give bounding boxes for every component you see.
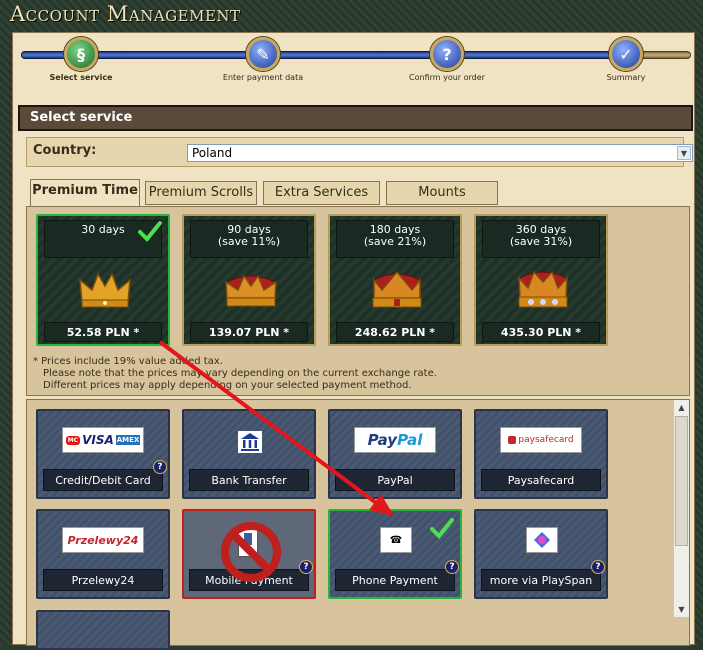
paysafecard-logo: paysafecard xyxy=(500,427,582,453)
offer-duration: 180 days (save 21%) xyxy=(336,220,454,258)
crown-icon xyxy=(518,270,568,308)
payment-przelewy24[interactable]: Przelewy24 Przelewy24 xyxy=(36,509,170,599)
question-icon: ? xyxy=(430,37,464,71)
payment-label: PayPal xyxy=(335,469,455,491)
window-frame: Account Management § Select service ✎ En… xyxy=(0,0,703,650)
offer-360-days[interactable]: 360 days (save 31%) 435.30 PLN * xyxy=(474,214,608,346)
checkmark-icon: ✓ xyxy=(609,37,643,71)
payment-label: Przelewy24 xyxy=(43,569,163,591)
card-logos: MC VISA AMEX xyxy=(62,427,144,453)
payment-label: Bank Transfer xyxy=(189,469,309,491)
payment-label: more via PlaySpan xyxy=(481,569,601,591)
crown-icon xyxy=(372,270,422,308)
payment-mobile[interactable]: Mobile Payment ? xyxy=(182,509,316,599)
checkmark-icon xyxy=(138,221,162,242)
payment-label: Credit/Debit Card xyxy=(43,469,163,491)
playspan-icon xyxy=(526,527,558,553)
offer-price: 435.30 PLN * xyxy=(482,322,600,342)
step-enter-payment: ✎ Enter payment data xyxy=(208,37,318,82)
payment-paysafecard[interactable]: paysafecard Paysafecard xyxy=(474,409,608,499)
step-confirm-order: ? Confirm your order xyxy=(392,37,502,82)
step-select-service: § Select service xyxy=(26,37,136,82)
window-title: Account Management xyxy=(10,2,241,26)
country-label: Country: xyxy=(33,143,97,158)
content-panel: § Select service ✎ Enter payment data ? … xyxy=(12,32,696,650)
note-line: * Prices include 19% value added tax. xyxy=(33,356,223,367)
mastercard-logo: MC xyxy=(65,435,81,445)
offer-30-days[interactable]: 30 days 52.58 PLN * xyxy=(36,214,170,346)
tab-premium-scrolls[interactable]: Premium Scrolls xyxy=(145,181,257,205)
service-tabs: Premium Time Premium Scrolls Extra Servi… xyxy=(26,173,690,397)
visa-logo: VISA xyxy=(82,433,114,447)
bank-icon xyxy=(238,431,262,453)
payment-more-row[interactable] xyxy=(36,610,170,650)
offer-savings: (save 31%) xyxy=(509,235,573,248)
scroll-up-icon[interactable]: ▲ xyxy=(674,400,689,415)
payment-bank-transfer[interactable]: Bank Transfer xyxy=(182,409,316,499)
help-icon[interactable]: ? xyxy=(299,560,313,574)
price-notes: * Prices include 19% value added tax. Pl… xyxy=(33,356,437,392)
telephone-icon: ☎ xyxy=(380,527,412,553)
payment-credit-card[interactable]: MC VISA AMEX Credit/Debit Card ? xyxy=(36,409,170,499)
payment-scrollbar[interactable]: ▲ ▼ xyxy=(673,400,689,617)
amex-logo: AMEX xyxy=(115,435,141,445)
offer-duration: 90 days (save 11%) xyxy=(190,220,308,258)
payment-playspan[interactable]: more via PlaySpan ? xyxy=(474,509,608,599)
offer-90-days[interactable]: 90 days (save 11%) 139.07 PLN * xyxy=(182,214,316,346)
offer-duration: 360 days (save 31%) xyxy=(482,220,600,258)
paypal-logo: Pay Pal xyxy=(354,427,436,453)
step-summary: ✓ Summary xyxy=(571,37,681,82)
country-value: Poland xyxy=(192,146,233,160)
offer-savings: (save 21%) xyxy=(363,235,427,248)
payment-label: Phone Payment xyxy=(335,569,455,591)
payment-phone[interactable]: ☎ Phone Payment ? xyxy=(328,509,462,599)
scroll-thumb[interactable] xyxy=(675,416,688,546)
scroll-down-icon[interactable]: ▼ xyxy=(674,602,689,617)
help-icon[interactable]: ? xyxy=(153,460,167,474)
payment-label: Paysafecard xyxy=(481,469,601,491)
help-icon[interactable]: ? xyxy=(591,560,605,574)
help-icon[interactable]: ? xyxy=(445,560,459,574)
crown-icon xyxy=(225,274,277,307)
country-select[interactable]: Poland ▼ xyxy=(187,144,693,162)
step-label: Select service xyxy=(49,73,113,82)
chevron-down-icon[interactable]: ▼ xyxy=(677,146,691,160)
payment-paypal[interactable]: Pay Pal PayPal xyxy=(328,409,462,499)
tab-extra-services[interactable]: Extra Services xyxy=(263,181,380,205)
checkmark-icon xyxy=(430,518,454,539)
crown-icon xyxy=(79,272,131,308)
premium-time-panel: 30 days 52.58 PLN * 90 days (save 11%) 1… xyxy=(26,206,690,396)
checkout-progress: § Select service ✎ Enter payment data ? … xyxy=(13,33,696,93)
note-line: Different prices may apply depending on … xyxy=(43,380,412,391)
offer-180-days[interactable]: 180 days (save 21%) 248.62 PLN * xyxy=(328,214,462,346)
section-title: Select service xyxy=(18,105,693,131)
offer-price: 52.58 PLN * xyxy=(44,322,162,342)
tab-premium-time[interactable]: Premium Time xyxy=(30,179,140,207)
scroll-check-icon: § xyxy=(64,37,98,71)
step-label: Enter payment data xyxy=(222,73,304,82)
step-label: Confirm your order xyxy=(409,73,485,82)
title-bar: Account Management xyxy=(0,0,703,30)
forbidden-icon xyxy=(221,522,281,582)
step-label: Summary xyxy=(606,73,646,82)
przelewy24-logo: Przelewy24 xyxy=(62,527,144,553)
offer-savings: (save 11%) xyxy=(217,235,281,248)
country-row: Country: Poland ▼ xyxy=(26,137,693,167)
tab-mounts[interactable]: Mounts xyxy=(386,181,498,205)
note-line: Please note that the prices may vary dep… xyxy=(43,368,437,379)
offer-price: 248.62 PLN * xyxy=(336,322,454,342)
scroll-quill-icon: ✎ xyxy=(246,37,280,71)
payment-methods-list: MC VISA AMEX Credit/Debit Card ? Bank Tr… xyxy=(26,399,690,650)
offer-price: 139.07 PLN * xyxy=(190,322,308,342)
